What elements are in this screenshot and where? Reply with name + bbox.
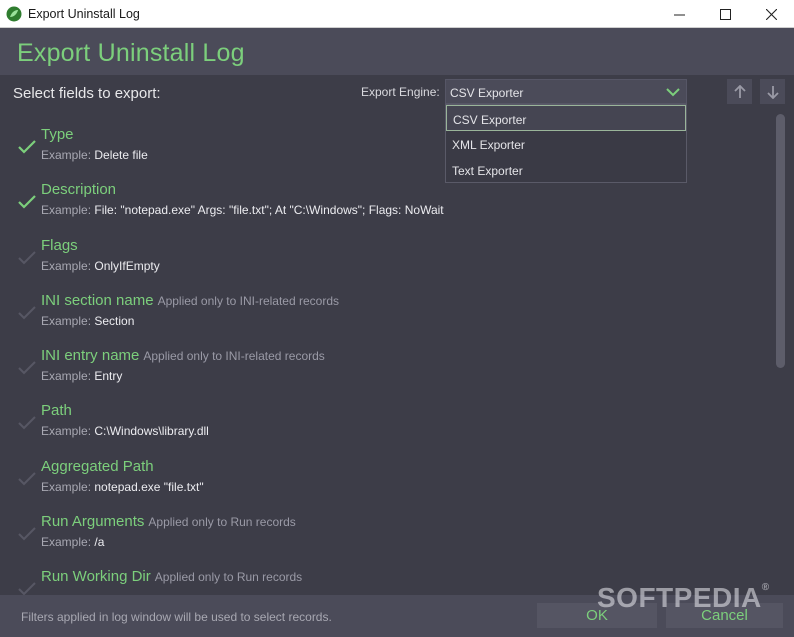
field-name: Description bbox=[41, 181, 117, 198]
checkmark-icon[interactable] bbox=[18, 527, 36, 541]
field-example: Example: notepad.exe "file.txt" bbox=[41, 480, 204, 494]
field-name: INI section name Applied only to INI-rela… bbox=[41, 292, 339, 309]
scrollbar-thumb[interactable] bbox=[776, 114, 785, 368]
field-note: Applied only to INI-related records bbox=[143, 349, 325, 363]
checkmark-icon[interactable] bbox=[18, 582, 36, 595]
close-icon bbox=[765, 8, 777, 20]
checkmark-icon[interactable] bbox=[18, 416, 36, 430]
field-name: Type bbox=[41, 126, 74, 143]
export-engine-select[interactable]: CSV Exporter bbox=[445, 79, 687, 104]
dialog-header: Export Uninstall Log bbox=[0, 28, 794, 75]
window-title: Export Uninstall Log bbox=[28, 7, 140, 21]
checkmark-icon[interactable] bbox=[18, 306, 36, 320]
field-note: Applied only to Run records bbox=[148, 515, 296, 529]
field-item-run-arguments[interactable]: Run Arguments Applied only to Run records… bbox=[16, 513, 756, 563]
maximize-icon bbox=[719, 8, 731, 20]
field-example: Example: Section bbox=[41, 314, 135, 328]
app-logo-icon bbox=[6, 6, 22, 22]
checkmark-icon[interactable] bbox=[18, 361, 36, 375]
field-example: Example: C:\Windows\library.dll bbox=[41, 424, 209, 438]
checkmark-icon[interactable] bbox=[18, 251, 36, 265]
field-name: Run Working Dir Applied only to Run recor… bbox=[41, 568, 303, 585]
field-name: Aggregated Path bbox=[41, 458, 154, 475]
checkmark-icon[interactable] bbox=[18, 140, 36, 154]
field-example: Example: /a bbox=[41, 535, 105, 549]
select-fields-label: Select fields to export: bbox=[13, 85, 161, 102]
chevron-down-icon bbox=[666, 88, 680, 97]
field-note: Applied only to INI-related records bbox=[157, 294, 339, 308]
field-example: Example: Entry bbox=[41, 369, 123, 383]
move-down-button[interactable] bbox=[760, 79, 785, 104]
export-engine-label: Export Engine: bbox=[361, 85, 440, 99]
field-name: Path bbox=[41, 402, 72, 419]
field-item-path[interactable]: Path Example: C:\Windows\library.dll bbox=[16, 402, 756, 452]
maximize-button[interactable] bbox=[702, 0, 748, 28]
field-item-ini-section-name[interactable]: INI section name Applied only to INI-rela… bbox=[16, 292, 756, 342]
field-name: Run Arguments Applied only to Run records bbox=[41, 513, 296, 530]
minimize-icon bbox=[673, 14, 685, 15]
title-bar: Export Uninstall Log bbox=[0, 0, 794, 28]
field-name: Flags bbox=[41, 237, 78, 254]
field-example: Example: File: "notepad.exe" Args: "file… bbox=[41, 203, 444, 217]
close-button[interactable] bbox=[748, 0, 794, 28]
export-engine-value: CSV Exporter bbox=[450, 86, 524, 100]
field-item-type[interactable]: Type Example: Delete file bbox=[16, 126, 756, 176]
field-item-ini-entry-name[interactable]: INI entry name Applied only to INI-relate… bbox=[16, 347, 756, 397]
checkmark-icon[interactable] bbox=[18, 472, 36, 486]
minimize-button[interactable] bbox=[656, 0, 702, 28]
move-up-button[interactable] bbox=[727, 79, 752, 104]
arrow-down-icon bbox=[766, 85, 779, 99]
page-title: Export Uninstall Log bbox=[17, 39, 245, 67]
field-item-description[interactable]: Description Example: File: "notepad.exe"… bbox=[16, 181, 756, 231]
field-item-flags[interactable]: Flags Example: OnlyIfEmpty bbox=[16, 237, 756, 287]
field-example: Example: OnlyIfEmpty bbox=[41, 259, 160, 273]
softpedia-watermark: SOFTPEDIA® bbox=[597, 582, 770, 613]
arrow-up-icon bbox=[733, 84, 746, 98]
field-item-aggregated-path[interactable]: Aggregated Path Example: notepad.exe "fi… bbox=[16, 458, 756, 508]
field-note: Applied only to Run records bbox=[154, 570, 303, 584]
checkmark-icon[interactable] bbox=[18, 195, 36, 209]
field-name: INI entry name Applied only to INI-relate… bbox=[41, 347, 325, 364]
filter-hint-text: Filters applied in log window will be us… bbox=[21, 610, 332, 624]
field-example: Example: Delete file bbox=[41, 148, 148, 162]
